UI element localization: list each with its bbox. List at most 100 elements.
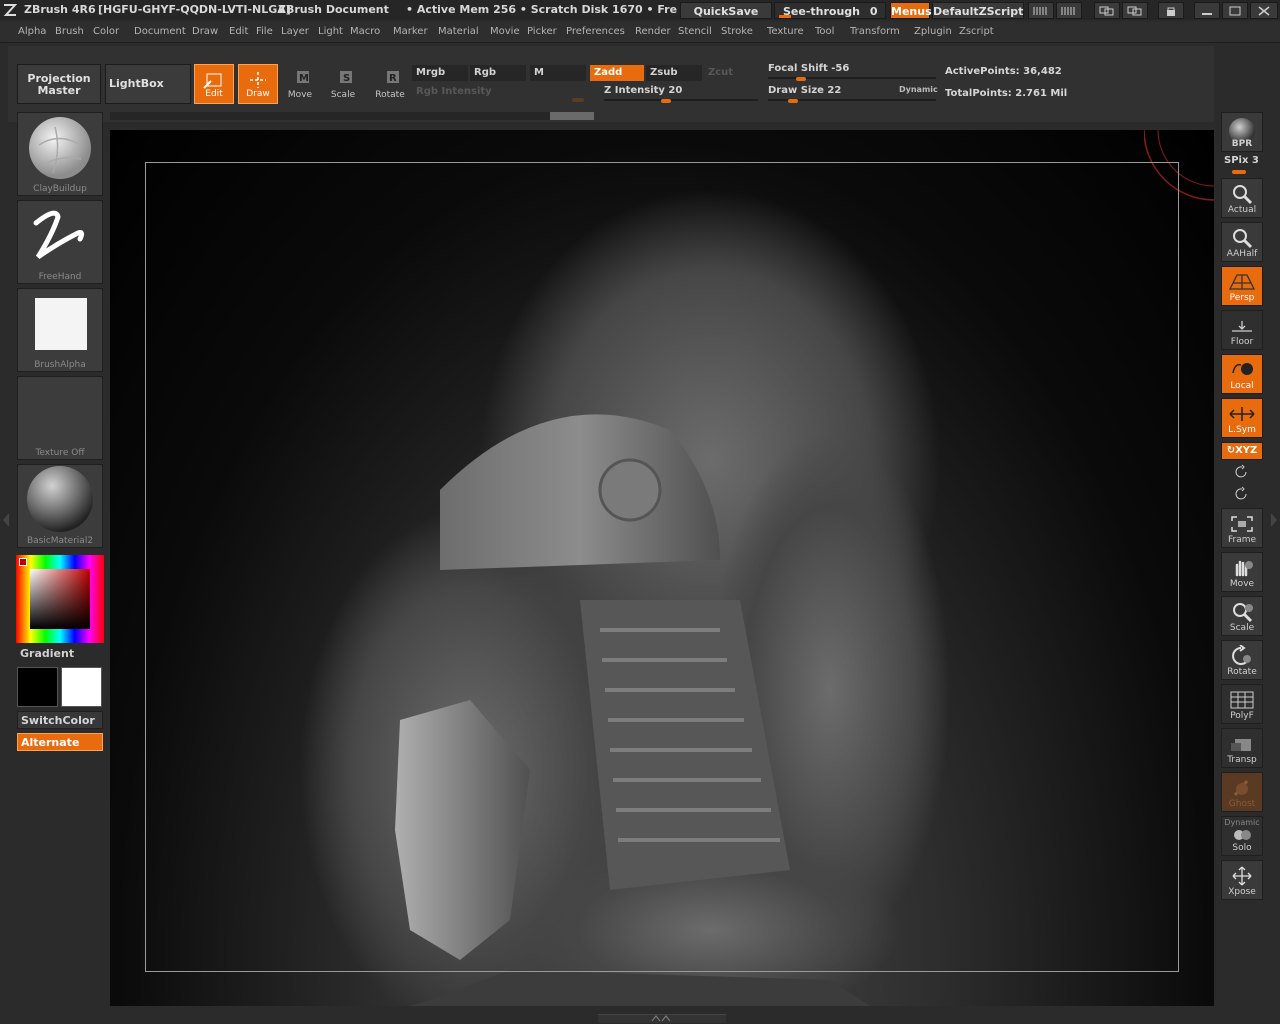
solo-button[interactable]: Dynamic Solo bbox=[1221, 816, 1263, 856]
rgb-intensity-knob[interactable] bbox=[572, 98, 584, 102]
menu-brush[interactable]: Brush bbox=[55, 26, 84, 37]
menu-texture[interactable]: Texture bbox=[767, 26, 804, 37]
menu-tool[interactable]: Tool bbox=[815, 26, 834, 37]
zadd-button[interactable]: Zadd bbox=[590, 65, 644, 81]
menu-preferences[interactable]: Preferences bbox=[566, 26, 625, 37]
ui-shrink-button[interactable] bbox=[1028, 2, 1054, 19]
menu-movie[interactable]: Movie bbox=[490, 26, 520, 37]
xyz-button[interactable]: ↻XYZ bbox=[1221, 442, 1263, 460]
menu-transform[interactable]: Transform bbox=[850, 26, 900, 37]
rotate-view-button[interactable]: Rotate bbox=[1221, 640, 1263, 680]
menu-stencil[interactable]: Stencil bbox=[678, 26, 712, 37]
quicksave-button[interactable]: QuickSave bbox=[680, 2, 772, 19]
switch-color-button[interactable]: SwitchColor bbox=[17, 711, 103, 729]
menu-material[interactable]: Material bbox=[438, 26, 479, 37]
menu-stroke[interactable]: Stroke bbox=[721, 26, 753, 37]
floor-button[interactable]: Floor bbox=[1221, 310, 1263, 350]
mrgb-button[interactable]: Mrgb bbox=[412, 65, 468, 81]
dynamic-toggle[interactable]: Dynamic bbox=[899, 85, 938, 94]
scale-button[interactable]: S Scale bbox=[323, 64, 363, 104]
menu-zplugin[interactable]: Zplugin bbox=[914, 26, 952, 37]
minimize-button[interactable] bbox=[1194, 2, 1220, 19]
rotate-y-icon[interactable] bbox=[1234, 464, 1250, 480]
lock-button[interactable] bbox=[1158, 2, 1184, 19]
edit-button[interactable]: Edit bbox=[194, 64, 234, 104]
seethrough-knob[interactable] bbox=[779, 15, 791, 18]
aahalf-button[interactable]: AAHalf bbox=[1221, 222, 1263, 262]
xpose-button[interactable]: Xpose bbox=[1221, 860, 1263, 900]
menu-render[interactable]: Render bbox=[635, 26, 671, 37]
texture-slot[interactable]: Texture Off bbox=[17, 376, 103, 460]
persp-button[interactable]: Persp bbox=[1221, 266, 1263, 306]
draw-button[interactable]: Draw bbox=[238, 64, 278, 104]
menu-color[interactable]: Color bbox=[93, 26, 119, 37]
menu-light[interactable]: Light bbox=[318, 26, 343, 37]
lightbox-button[interactable]: LightBox bbox=[105, 64, 191, 104]
alpha-slot[interactable]: BrushAlpha bbox=[17, 288, 103, 372]
zcut-button[interactable]: Zcut bbox=[704, 65, 760, 81]
spix-value: 3 bbox=[1251, 155, 1259, 166]
bpr-button[interactable]: BPR bbox=[1221, 112, 1263, 152]
maximize-button[interactable] bbox=[1222, 2, 1248, 19]
menu-picker[interactable]: Picker bbox=[527, 26, 557, 37]
rgb-intensity-slider[interactable]: Rgb Intensity bbox=[412, 84, 586, 102]
menu-marker[interactable]: Marker bbox=[393, 26, 428, 37]
left-tray-arrow-icon[interactable] bbox=[2, 512, 10, 528]
menu-zscript[interactable]: Zscript bbox=[959, 26, 994, 37]
m-button[interactable]: M bbox=[530, 65, 586, 81]
menu-file[interactable]: File bbox=[256, 26, 273, 37]
local-button[interactable]: Local bbox=[1221, 354, 1263, 394]
polyf-button[interactable]: PolyF bbox=[1221, 684, 1263, 724]
draw-size-slider[interactable]: Draw Size 22 Dynamic bbox=[768, 85, 938, 103]
focal-shift-slider[interactable]: Focal Shift -56 bbox=[768, 63, 936, 81]
move-button[interactable]: M Move bbox=[280, 64, 320, 104]
stroke-slot[interactable]: FreeHand bbox=[17, 200, 103, 284]
color-picker-marker[interactable] bbox=[19, 558, 27, 566]
color-picker-square[interactable] bbox=[30, 569, 90, 629]
rotate-z-icon[interactable] bbox=[1234, 486, 1250, 502]
spix-slider[interactable]: SPix 3 bbox=[1224, 155, 1259, 166]
material-slot[interactable]: BasicMaterial2 bbox=[17, 464, 103, 548]
zsub-button[interactable]: Zsub bbox=[646, 65, 702, 81]
frame-button[interactable]: Frame bbox=[1221, 508, 1263, 548]
bottom-tray-arrows-icon[interactable] bbox=[650, 1013, 672, 1023]
lsym-button[interactable]: L.Sym bbox=[1221, 398, 1263, 438]
save-layout-button[interactable] bbox=[1122, 2, 1148, 19]
tool-strip-thumb[interactable] bbox=[550, 112, 594, 120]
move-view-button[interactable]: Move bbox=[1221, 552, 1263, 592]
seethrough-slider[interactable]: See-through 0 bbox=[774, 2, 886, 19]
menus-button[interactable]: Menus bbox=[890, 2, 932, 19]
menu-layer[interactable]: Layer bbox=[281, 26, 309, 37]
ghost-button[interactable]: Ghost bbox=[1221, 772, 1263, 812]
brush-slot[interactable]: ClayBuildup bbox=[17, 112, 103, 196]
scale-icon: S bbox=[340, 71, 352, 84]
menu-macro[interactable]: Macro bbox=[350, 26, 380, 37]
actual-button[interactable]: Actual bbox=[1221, 178, 1263, 218]
menu-draw[interactable]: Draw bbox=[192, 26, 218, 37]
secondary-color-swatch[interactable] bbox=[61, 667, 102, 707]
projection-master-button[interactable]: Projection Master bbox=[17, 64, 101, 104]
focal-shift-knob[interactable] bbox=[796, 77, 806, 81]
rotate-button[interactable]: R Rotate bbox=[370, 64, 410, 104]
restore-layout-button[interactable] bbox=[1094, 2, 1120, 19]
transp-button[interactable]: Transp bbox=[1221, 728, 1263, 768]
scale-view-icon bbox=[1233, 603, 1253, 623]
alternate-button[interactable]: Alternate bbox=[17, 733, 103, 751]
scale-view-button[interactable]: Scale bbox=[1221, 596, 1263, 636]
ui-expand-button[interactable] bbox=[1056, 2, 1082, 19]
z-intensity-knob[interactable] bbox=[661, 99, 671, 103]
right-tray-arrow-icon[interactable] bbox=[1270, 512, 1278, 528]
bars-icon bbox=[1061, 7, 1075, 15]
spix-knob[interactable] bbox=[1232, 170, 1246, 174]
menu-edit[interactable]: Edit bbox=[229, 26, 248, 37]
menu-alpha[interactable]: Alpha bbox=[18, 26, 46, 37]
z-intensity-slider[interactable]: Z Intensity 20 bbox=[604, 85, 758, 103]
default-zscript-button[interactable]: DefaultZScript bbox=[932, 2, 1024, 19]
rgb-button[interactable]: Rgb bbox=[470, 65, 526, 81]
close-button[interactable] bbox=[1250, 2, 1278, 19]
gradient-label[interactable]: Gradient bbox=[20, 647, 74, 660]
menu-document[interactable]: Document bbox=[134, 26, 186, 37]
draw-size-knob[interactable] bbox=[788, 99, 798, 103]
color-picker[interactable] bbox=[16, 555, 104, 643]
main-color-swatch[interactable] bbox=[17, 667, 58, 707]
